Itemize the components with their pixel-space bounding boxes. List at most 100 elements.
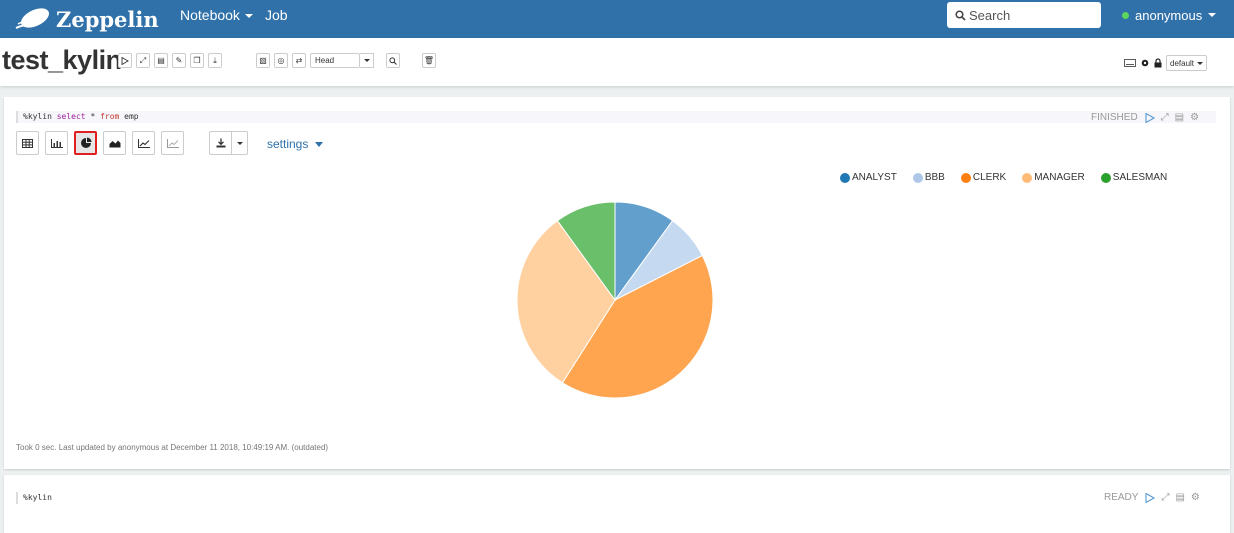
zeppelin-logo-icon [15,8,50,29]
paragraph-2 [4,475,1230,533]
nav-notebook-label: Notebook [180,7,240,23]
commit-button[interactable]: ▧ [256,53,270,68]
chevron-down-icon [244,14,253,19]
gear-icon[interactable]: ⚙ [1191,492,1200,503]
legend-swatch [960,172,971,183]
brand[interactable]: Zeppelin [14,0,159,38]
toggle-code-button[interactable]: ⤢ [136,53,150,68]
pie-chart-button[interactable] [74,131,97,155]
export-notebook-button[interactable]: ⤓ [208,53,222,68]
bar-chart-icon [50,138,63,148]
paragraph-2-controls: READY ⤢ ▤ ⚙ [1104,492,1200,503]
notebook-right-tools: default [1124,55,1208,71]
notebook-header: test_kylin ⤢ ▤ ✎ ❐ ⤓ ▧ ◎ ⇄ Head 🗑︎ [0,38,1234,86]
paragraph-footer: Took 0 sec. Last updated by anonymous at… [16,443,329,452]
run-paragraph-icon[interactable] [1145,112,1155,123]
caret-down-icon [314,142,323,148]
paragraph-status: FINISHED [1091,112,1138,123]
expand-icon: ⤢ [139,55,147,65]
toggle-output-button[interactable]: ▤ [154,53,168,68]
revision-select[interactable]: Head [310,53,360,68]
scatter-chart-button[interactable] [161,131,184,155]
chevron-down-icon [1197,61,1204,65]
area-chart-icon [109,140,120,147]
notebook-title[interactable]: test_kylin [2,45,122,76]
version-actions: ▧ ◎ ⇄ Head [256,53,374,68]
compare-revisions-button[interactable]: ◎ [274,53,288,68]
nav-job-label: Job [265,7,288,23]
gear-icon[interactable]: ⚙ [1190,112,1199,123]
chart-legend: ANALYST BBB CLERK MANAGER SALESMAN [840,172,1183,183]
paragraph-2-status: READY [1104,492,1139,503]
delete-notebook-button[interactable]: 🗑︎ [422,53,436,68]
expand-icon[interactable]: ⤢ [1161,112,1169,123]
clone-notebook-button[interactable]: ❐ [190,53,204,68]
pie-chart [516,201,714,399]
gear-icon[interactable] [1140,58,1150,68]
nav-job-link[interactable]: Job [265,0,288,38]
legend-item[interactable]: MANAGER [1022,172,1085,183]
legend-item[interactable]: CLERK [960,172,1006,183]
search-code-button[interactable] [386,53,400,68]
search-input[interactable]: Search [947,2,1101,28]
paragraph-1-controls: FINISHED ⤢ ▤ ⚙ [1091,112,1199,123]
code-keyword-from: from [100,112,120,121]
code-editor-2[interactable]: %kylin [16,492,216,504]
online-status-icon [1122,11,1129,19]
nav-notebook-menu[interactable]: Notebook [180,0,253,38]
play-icon [121,56,129,65]
trash-icon: 🗑︎ [423,55,435,65]
table-icon [22,138,33,148]
legend-label: MANAGER [1034,172,1085,183]
file-icon: ▧ [259,55,267,65]
download-format-toggle[interactable] [232,131,248,155]
settings-label: settings [267,137,309,151]
legend-item[interactable]: ANALYST [840,172,897,183]
notebook-actions: ⤢ ▤ ✎ ❐ ⤓ [118,53,226,68]
keyboard-icon[interactable] [1124,59,1136,67]
lock-icon[interactable] [1154,58,1162,68]
table-view-button[interactable] [16,131,39,155]
set-revision-button[interactable]: ⇄ [292,53,306,68]
search-icon [389,56,397,65]
area-chart-button[interactable] [103,131,126,155]
expand-icon[interactable]: ⤢ [1161,492,1169,503]
brand-name: Zeppelin [56,6,159,32]
revision-dropdown-toggle[interactable] [360,53,374,68]
user-name: anonymous [1135,7,1203,23]
exchange-icon: ⇄ [295,55,303,65]
run-paragraph-icon[interactable] [1145,492,1156,503]
pie-chart-icon [80,137,91,148]
download-group [209,131,248,155]
legend-swatch [1100,172,1111,183]
code-table: emp [119,112,139,121]
legend-label: BBB [924,172,945,183]
legend-item[interactable]: BBB [912,172,945,183]
run-all-button[interactable] [118,53,132,68]
line-chart-icon [137,138,150,148]
search-placeholder: Search [969,7,1011,23]
delete-group: 🗑︎ [422,53,440,68]
legend-item[interactable]: SALESMAN [1100,172,1168,183]
chart-settings-toggle[interactable]: settings [267,137,323,151]
code-prefix: %kylin [23,112,57,121]
scatter-chart-icon [166,138,179,148]
legend-label: ANALYST [852,172,897,183]
revision-select-value: Head [315,56,335,65]
book-icon[interactable]: ▤ [1175,112,1184,123]
download-data-button[interactable] [209,131,232,155]
code-star: * [85,112,101,121]
interpreter-binding-select[interactable]: default [1166,55,1208,71]
download-icon: ⤓ [213,55,217,65]
code-editor[interactable]: %kylin select * from emp [16,111,1216,123]
clear-output-button[interactable]: ✎ [172,53,186,68]
search-icon [955,9,966,21]
line-chart-button[interactable] [132,131,155,155]
bar-chart-button[interactable] [45,131,68,155]
book-icon[interactable]: ▤ [1175,492,1184,503]
chevron-down-icon [363,59,370,62]
visualization-toolbar [16,131,190,155]
legend-label: SALESMAN [1112,172,1168,183]
book-icon: ▤ [157,55,165,65]
user-menu[interactable]: anonymous [1122,0,1217,30]
